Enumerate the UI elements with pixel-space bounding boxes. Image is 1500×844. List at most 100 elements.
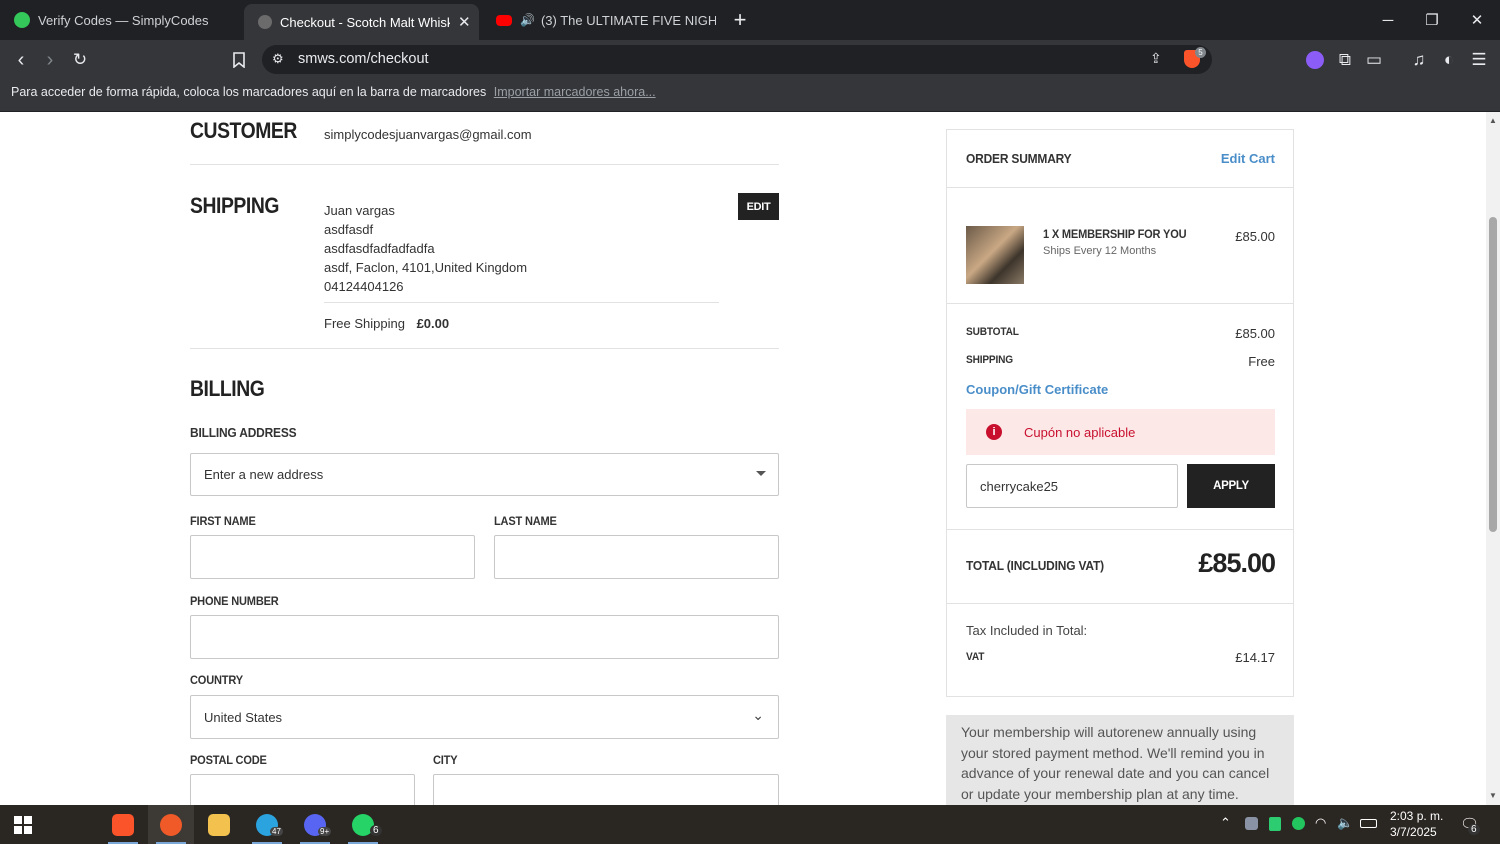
menu-icon[interactable]: ☰ — [1464, 40, 1494, 80]
page-scrollbar[interactable]: ▲ ▼ — [1486, 112, 1500, 805]
shipping-value: Free — [1248, 354, 1275, 369]
start-button[interactable] — [0, 805, 46, 844]
first-name-label: FIRST NAME — [190, 514, 256, 528]
tray-battery-app-icon[interactable] — [1269, 817, 1281, 831]
close-window-icon[interactable]: ✕ — [1455, 0, 1499, 40]
scroll-down-icon[interactable]: ▼ — [1489, 791, 1497, 800]
taskbar-app-whatsapp[interactable]: 6 — [340, 805, 386, 844]
import-bookmarks-link[interactable]: Importar marcadores ahora... — [494, 85, 656, 99]
smws-icon — [258, 15, 272, 29]
edit-shipping-button[interactable]: EDIT — [738, 193, 779, 220]
speaker-icon[interactable]: 🔊 — [520, 13, 535, 27]
product-frequency: Ships Every 12 Months — [1043, 245, 1157, 257]
tax-included-label: Tax Included in Total: — [966, 623, 1088, 638]
battery-icon[interactable] — [1360, 819, 1377, 828]
shipping-label: SHIPPING — [966, 354, 1013, 366]
forward-icon[interactable]: › — [35, 40, 65, 80]
tray-app-icon[interactable] — [1245, 817, 1258, 830]
caret-down-icon — [756, 471, 766, 476]
volume-icon[interactable]: 🔈 — [1337, 815, 1353, 831]
apply-coupon-button[interactable]: APPLY — [1187, 464, 1275, 508]
taskbar-app-brave[interactable] — [148, 805, 194, 844]
leo-ai-icon[interactable] — [1300, 40, 1330, 80]
extensions-icon[interactable]: ⧉ — [1330, 40, 1360, 80]
scroll-up-icon[interactable]: ▲ — [1489, 116, 1497, 125]
scroll-thumb[interactable] — [1489, 217, 1497, 532]
shipping-address: Juan vargas asdfasdf asdfasdfadfadfadfa … — [324, 201, 527, 296]
order-summary-heading: ORDER SUMMARY — [966, 151, 1072, 166]
taskbar-app-brave-alt[interactable] — [100, 805, 146, 844]
reader-mode-icon[interactable]: ▭ — [1359, 40, 1389, 80]
coupon-error-text: Cupón no aplicable — [1024, 425, 1136, 440]
site-info-icon[interactable]: ⚙ — [272, 51, 284, 67]
tab-strip: Verify Codes — SimplyCodes Checkout - Sc… — [0, 0, 1500, 40]
coupon-link[interactable]: Coupon/Gift Certificate — [966, 382, 1108, 397]
folder-icon — [208, 813, 230, 836]
edit-cart-link[interactable]: Edit Cart — [1221, 151, 1275, 166]
checkout-page: CUSTOMER simplycodesjuanvargas@gmail.com… — [0, 112, 1486, 805]
back-icon[interactable]: ‹ — [6, 40, 36, 80]
postal-code-input[interactable] — [190, 774, 415, 805]
address-line: asdfasdfadfadfadfa — [324, 241, 435, 256]
minimize-icon[interactable]: ─ — [1366, 0, 1410, 40]
customer-heading: CUSTOMER — [190, 118, 297, 143]
tab-title: (3) The ULTIMATE FIVE NIGHTS A — [540, 12, 716, 28]
media-icon[interactable]: ♫ — [1404, 40, 1434, 80]
tray-overflow-icon[interactable]: ⌃ — [1220, 815, 1231, 831]
bookmarks-prompt: Para acceder de forma rápida, coloca los… — [11, 85, 487, 99]
taskbar-app-explorer[interactable] — [196, 805, 242, 844]
autorenew-note: Your membership will autorenew annually … — [946, 715, 1294, 805]
youtube-icon — [496, 14, 512, 26]
wifi-icon[interactable]: ◠ — [1315, 815, 1326, 831]
coupon-error-alert: i Cupón no aplicable — [966, 409, 1275, 455]
address-bar[interactable]: ⚙ smws.com/checkout ⇪ 5 — [262, 45, 1212, 74]
url-text: smws.com/checkout — [298, 51, 429, 67]
bookmark-icon[interactable] — [224, 40, 254, 80]
tab-simplycodes[interactable]: Verify Codes — SimplyCodes — [0, 0, 240, 40]
telegram-badge: 47 — [270, 827, 283, 836]
phone-label: PHONE NUMBER — [190, 594, 279, 608]
tab-title: Checkout - Scotch Malt Whisky S — [280, 14, 450, 30]
address-line: Juan vargas — [324, 203, 395, 218]
taskbar-app-discord[interactable]: 9+ — [292, 805, 338, 844]
close-tab-icon[interactable]: ✕ — [458, 13, 471, 31]
simplycodes-icon — [14, 12, 30, 28]
shipping-method-cost: £0.00 — [416, 316, 450, 331]
brave-icon — [112, 813, 134, 836]
tab-checkout[interactable]: Checkout - Scotch Malt Whisky S ✕ — [244, 4, 479, 40]
country-select[interactable]: United States ⌄ — [190, 695, 779, 739]
address-line: 04124404126 — [324, 279, 404, 294]
clock-time: 2:03 p. m. — [1390, 809, 1444, 823]
reload-icon[interactable]: ↻ — [65, 40, 95, 80]
share-icon[interactable]: ⇪ — [1150, 50, 1162, 67]
membership-product-image — [966, 226, 1024, 284]
product-price: £85.00 — [1235, 229, 1275, 244]
coupon-input-value: cherrycake25 — [980, 479, 1059, 494]
subtotal-label: SUBTOTAL — [966, 326, 1019, 338]
first-name-input[interactable] — [190, 535, 475, 579]
total-label: TOTAL (INCLUDING VAT) — [966, 558, 1104, 573]
city-input[interactable] — [433, 774, 779, 805]
tray-shield-icon[interactable] — [1292, 817, 1305, 830]
clock-date: 3/7/2025 — [1390, 825, 1437, 839]
clock[interactable]: 2:03 p. m. 3/7/2025 — [1390, 808, 1443, 840]
billing-address-select[interactable]: Enter a new address — [190, 453, 779, 496]
last-name-input[interactable] — [494, 535, 779, 579]
billing-address-value: Enter a new address — [204, 467, 324, 482]
chevron-down-icon: ⌄ — [752, 707, 764, 723]
shipping-method-name: Free Shipping — [324, 316, 405, 331]
bookmarks-bar: Para acceder de forma rápida, coloca los… — [0, 80, 1500, 112]
wallet-icon[interactable]: ◐ — [1434, 40, 1464, 80]
coupon-input[interactable]: cherrycake25 — [966, 464, 1178, 508]
vat-label: VAT — [966, 651, 985, 663]
divider — [324, 302, 719, 303]
billing-address-label: BILLING ADDRESS — [190, 425, 297, 440]
phone-input[interactable] — [190, 615, 779, 659]
shipping-method: Free Shipping £0.00 — [324, 316, 449, 331]
shields-count-badge: 5 — [1195, 47, 1206, 58]
tab-youtube[interactable]: 🔊 (3) The ULTIMATE FIVE NIGHTS A — [482, 0, 717, 40]
order-summary: ORDER SUMMARY Edit Cart 1 X MEMBERSHIP F… — [946, 129, 1294, 697]
new-tab-button[interactable]: + — [718, 0, 762, 40]
restore-icon[interactable]: ❐ — [1410, 0, 1454, 40]
taskbar-app-telegram[interactable]: 47 — [244, 805, 290, 844]
